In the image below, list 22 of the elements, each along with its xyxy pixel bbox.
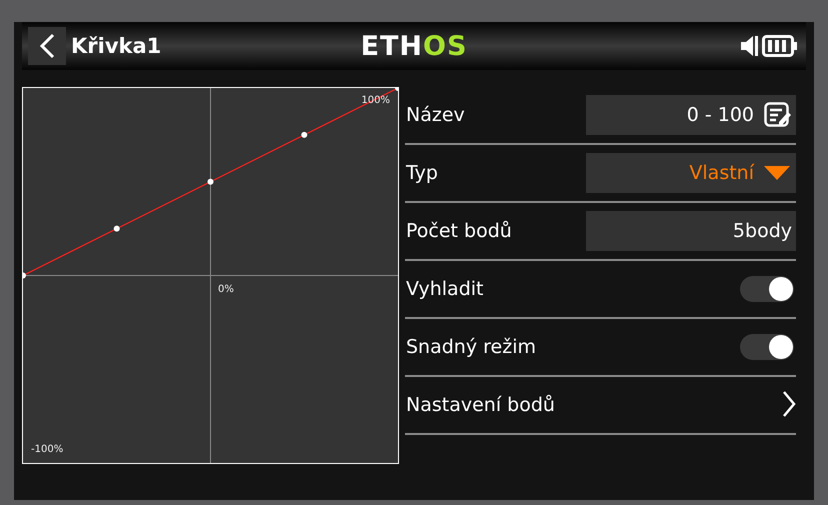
setting-label: Počet bodů (405, 220, 513, 242)
speaker-icon (741, 34, 759, 58)
setting-label: Název (405, 104, 466, 126)
chevron-left-icon (39, 33, 55, 59)
setting-label: Typ (405, 162, 439, 184)
dropdown-arrow-icon (764, 166, 790, 180)
ethos-logo: ETHOS (360, 30, 468, 62)
name-field[interactable]: 0 - 100 (586, 95, 796, 135)
screen-title: Křivka1 (71, 34, 162, 58)
toggle-switch[interactable] (740, 276, 794, 302)
edit-icon (764, 102, 792, 128)
setting-label: Nastavení bodů (405, 394, 556, 416)
battery-icon (762, 35, 798, 57)
type-dropdown[interactable]: Vlastní (586, 153, 796, 193)
axis-label: -100% (31, 444, 64, 455)
chevron-right-icon (782, 390, 796, 418)
setting-label: Snadný režim (405, 336, 537, 358)
back-button[interactable] (28, 27, 66, 65)
toggle-switch[interactable] (740, 334, 794, 360)
axis-label: 0% (218, 284, 234, 295)
setting-label: Vyhladit (405, 278, 484, 300)
value-field[interactable]: 5body (586, 211, 796, 251)
